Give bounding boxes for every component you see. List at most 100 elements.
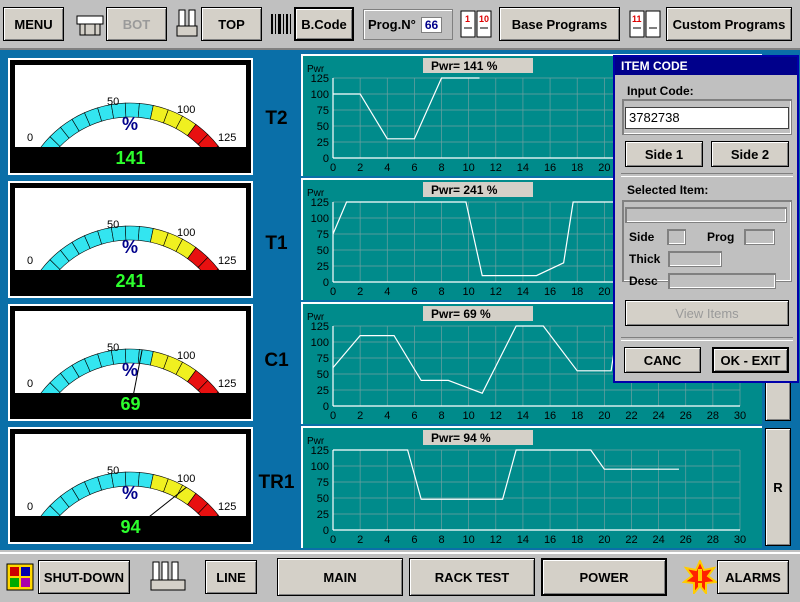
gauge-2: 0 50 100 125 % 241 (8, 181, 253, 300)
x-tick-label: 4 (384, 534, 390, 546)
gauge-label-tr1: TR1 (258, 472, 295, 493)
thick-label: Thick (629, 252, 661, 266)
side-field (667, 229, 686, 245)
x-tick-label: 8 (438, 162, 444, 174)
dialog-separator-1 (621, 173, 793, 177)
menu-button[interactable]: MENU (3, 7, 64, 41)
y-tick-label: 50 (317, 369, 329, 381)
barcode-button[interactable]: B.Code (294, 7, 354, 41)
gauge-value: 141 (115, 148, 146, 168)
power-button[interactable]: POWER (541, 558, 667, 596)
x-tick-label: 12 (490, 410, 502, 422)
y-tick-label: 25 (317, 261, 329, 273)
input-code-label: Input Code: (627, 84, 694, 98)
custom-programs-book-icon: 11 (629, 10, 661, 38)
x-tick-label: 18 (571, 286, 583, 298)
y-tick-label: 0 (323, 153, 329, 165)
x-tick-label: 14 (517, 162, 529, 174)
x-tick-label: 20 (598, 286, 610, 298)
custom-programs-button[interactable]: Custom Programs (666, 7, 792, 41)
unit-label: % (122, 237, 138, 257)
x-tick-label: 26 (680, 410, 692, 422)
x-tick-label: 18 (571, 162, 583, 174)
alarms-button[interactable]: ALARMS (717, 560, 789, 594)
x-tick-label: 10 (463, 534, 475, 546)
y-tick-label: 50 (317, 493, 329, 505)
scale-high: 100 (177, 104, 195, 116)
gauge-dial-svg: 0 50 100 125 % (27, 465, 236, 536)
program-number: Prog.N° 66 (363, 9, 453, 40)
bot-button[interactable]: BOT (106, 7, 167, 41)
x-tick-label: 26 (680, 534, 692, 546)
robot-top-icon (176, 9, 198, 37)
program-number-label: Prog.N° (368, 17, 416, 32)
x-tick-label: 8 (438, 534, 444, 546)
top-toolbar: MENU BOT TOP B.Code Prog.N° 66 1 10 Base… (0, 0, 800, 50)
robot-bottom-icon (76, 15, 104, 36)
y-tick-label: 100 (311, 89, 329, 101)
x-tick-label: 18 (571, 534, 583, 546)
x-tick-label: 0 (330, 410, 336, 422)
shutdown-button[interactable]: SHUT-DOWN (38, 560, 130, 594)
line-button[interactable]: LINE (205, 560, 257, 594)
y-tick-label: 0 (323, 277, 329, 289)
program-number-value: 66 (420, 16, 443, 33)
input-code-field[interactable]: 3782738 (625, 107, 789, 129)
y-tick-label: 75 (317, 229, 329, 241)
scale-mid: 50 (107, 219, 119, 231)
x-tick-label: 2 (357, 286, 363, 298)
x-tick-label: 12 (490, 286, 502, 298)
chart-title: Pwr= 241 % (431, 183, 498, 197)
svg-text:10: 10 (479, 14, 489, 24)
gauge-face: 0 50 100 125 % (15, 65, 246, 177)
view-items-button[interactable]: View Items (625, 300, 789, 326)
x-tick-label: 0 (330, 534, 336, 546)
gauge-dial-svg: 0 50 100 125 % (27, 219, 236, 300)
y-tick-label: 50 (317, 121, 329, 133)
row4-r-button[interactable]: R (765, 428, 791, 546)
x-tick-label: 16 (544, 286, 556, 298)
x-tick-label: 2 (357, 534, 363, 546)
series-line (332, 325, 619, 394)
unit-label: % (122, 114, 138, 134)
x-tick-label: 28 (707, 534, 719, 546)
x-tick-label: 14 (517, 534, 529, 546)
desc-field (668, 273, 776, 289)
chart-title: Pwr= 69 % (431, 307, 491, 321)
y-tick-label: 50 (317, 245, 329, 257)
thick-field (668, 251, 722, 267)
y-tick-label: 25 (317, 385, 329, 397)
x-tick-label: 8 (438, 286, 444, 298)
x-tick-label: 4 (384, 410, 390, 422)
x-tick-label: 10 (463, 410, 475, 422)
main-button[interactable]: MAIN (277, 558, 403, 596)
selected-item-name-field (625, 207, 787, 223)
x-tick-label: 28 (707, 410, 719, 422)
unit-label: % (122, 360, 138, 380)
y-tick-label: 100 (311, 461, 329, 473)
side2-button[interactable]: Side 2 (711, 141, 789, 167)
x-tick-label: 0 (330, 162, 336, 174)
x-tick-label: 22 (625, 534, 637, 546)
side1-button[interactable]: Side 1 (625, 141, 703, 167)
scale-high: 100 (177, 473, 195, 485)
base-programs-button[interactable]: Base Programs (499, 7, 620, 41)
x-tick-label: 4 (384, 286, 390, 298)
x-tick-label: 24 (652, 534, 664, 546)
chart-title: Pwr= 141 % (431, 59, 498, 73)
line-icon (150, 561, 186, 591)
x-tick-label: 6 (411, 162, 417, 174)
top-button[interactable]: TOP (201, 7, 262, 41)
y-tick-label: 100 (311, 337, 329, 349)
x-tick-label: 22 (625, 410, 637, 422)
y-tick-label: 75 (317, 353, 329, 365)
scale-min: 0 (27, 501, 33, 513)
canc-button[interactable]: CANC (624, 347, 701, 373)
dialog-title: ITEM CODE (615, 57, 797, 75)
ms-dos-icon (6, 563, 34, 591)
scale-mid: 50 (107, 465, 119, 477)
ok-exit-button[interactable]: OK - EXIT (712, 347, 789, 373)
x-tick-label: 20 (598, 534, 610, 546)
rack-test-button[interactable]: RACK TEST (409, 558, 535, 596)
gauge-3: 0 50 100 125 % 69 (8, 304, 253, 421)
